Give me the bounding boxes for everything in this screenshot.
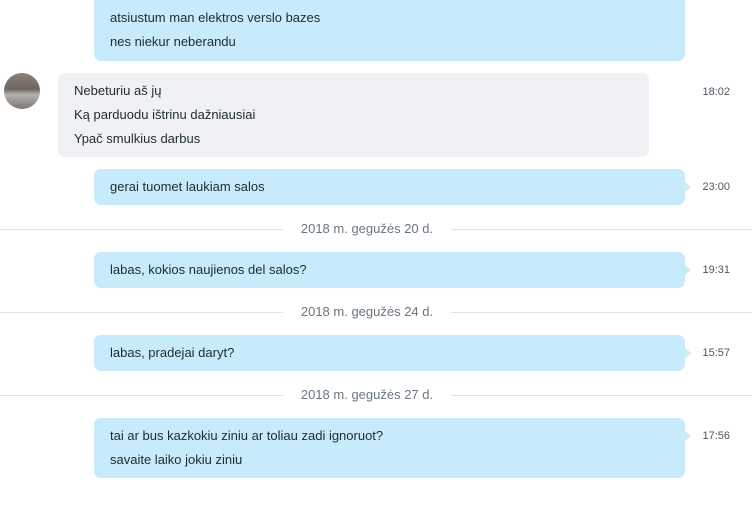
divider-rule (451, 395, 752, 396)
message-timestamp: 23:00 (702, 181, 730, 193)
message-bubble-incoming[interactable]: Nebeturiu aš jų Ką parduodu ištrinu dažn… (58, 73, 649, 157)
message-line: labas, pradejai daryt? (110, 345, 235, 360)
message-line: atsiustum man elektros verslo bazes (110, 10, 321, 25)
message-line: nes niekur neberandu (110, 34, 236, 49)
date-label: 2018 m. gegužės 20 d. (300, 221, 434, 236)
contact-avatar[interactable] (4, 73, 40, 109)
message-bubble-outgoing[interactable]: tai ar bus kazkokiu ziniu ar toliau zadi… (94, 418, 691, 478)
message-bubble-outgoing[interactable]: labas, pradejai daryt? (94, 335, 691, 371)
divider-rule (451, 229, 752, 230)
divider-rule (451, 312, 752, 313)
message-line: Ypač smulkius darbus (74, 131, 201, 146)
date-label: 2018 m. gegužės 27 d. (300, 387, 434, 402)
message-line: tai ar bus kazkokiu ziniu ar toliau zadi… (110, 428, 384, 443)
divider-rule (0, 312, 283, 313)
message-line: labas, kokios naujienos del salos? (110, 262, 307, 277)
bubble-tail (684, 347, 691, 359)
message-line: Ką parduodu ištrinu dažniausiai (74, 107, 256, 122)
message-timestamp: 18:02 (702, 86, 730, 98)
divider-rule (0, 395, 283, 396)
message-timestamp: 19:31 (702, 264, 730, 276)
divider-rule (0, 229, 283, 230)
date-divider: 2018 m. gegužės 24 d. (0, 302, 752, 322)
bubble-tail (684, 430, 691, 442)
message-bubble-outgoing[interactable]: gerai tuomet laukiam salos (94, 169, 691, 205)
message-bubble-outgoing[interactable]: atsiustum man elektros verslo bazes nes … (94, 0, 685, 61)
message-timestamp: 15:57 (702, 347, 730, 359)
message-line: Nebeturiu aš jų (74, 83, 162, 98)
message-line: gerai tuomet laukiam salos (110, 179, 265, 194)
bubble-tail (684, 264, 691, 276)
message-timestamp: 17:56 (702, 430, 730, 442)
date-label: 2018 m. gegužės 24 d. (300, 304, 434, 319)
message-bubble-outgoing[interactable]: labas, kokios naujienos del salos? (94, 252, 691, 288)
message-line: savaite laiko jokiu ziniu (110, 452, 243, 467)
date-divider: 2018 m. gegužės 27 d. (0, 385, 752, 405)
bubble-tail (684, 181, 691, 193)
date-divider: 2018 m. gegužės 20 d. (0, 219, 752, 239)
